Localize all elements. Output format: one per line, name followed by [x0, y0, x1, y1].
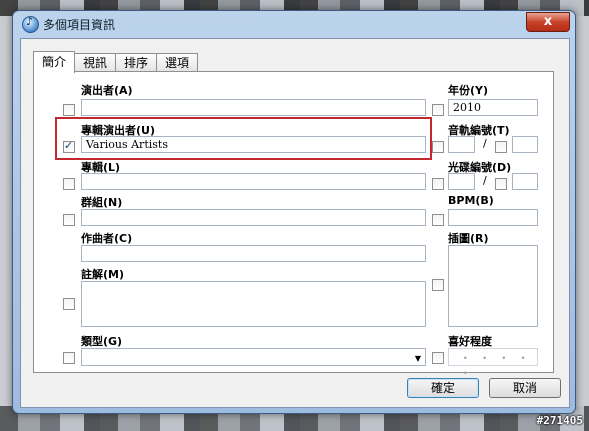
artist-field[interactable] [81, 99, 426, 116]
artwork-well[interactable] [448, 245, 538, 327]
grouping-field[interactable] [81, 209, 426, 226]
artwork-label: 插圖(R) [448, 232, 489, 245]
tab-strip: 簡介 視訊 排序 選項 [33, 51, 199, 73]
genre-dropdown[interactable]: ▼ [81, 348, 426, 366]
watermark-text: #271405 [536, 414, 583, 427]
composer-label: 作曲者(C) [81, 232, 133, 245]
album-checkbox[interactable] [63, 178, 75, 190]
rating-field[interactable]: • • • • • [448, 348, 538, 378]
cancel-button[interactable]: 取消 [489, 378, 561, 398]
rating-stars: • • • • • [463, 354, 532, 378]
window-title: 多個項目資訊 [43, 18, 116, 32]
disc-count-checkbox[interactable] [495, 178, 507, 190]
tab-summary[interactable]: 簡介 [33, 51, 76, 73]
disc-count-field[interactable] [512, 173, 538, 190]
track-number-field[interactable] [448, 136, 475, 153]
itunes-icon [22, 15, 39, 33]
genre-label: 類型(G) [81, 335, 123, 348]
track-number-checkbox[interactable] [432, 141, 444, 153]
disc-number-field[interactable] [448, 173, 475, 190]
close-button[interactable]: x [526, 12, 570, 32]
bpm-checkbox[interactable] [432, 214, 444, 226]
artist-checkbox[interactable] [63, 104, 75, 116]
tab-video[interactable]: 視訊 [74, 53, 117, 72]
disc-separator: / [483, 174, 487, 187]
summary-panel: 演出者(A) 專輯演出者(U) Various Artists 專輯(L) 群組… [33, 71, 554, 378]
artwork-checkbox[interactable] [432, 279, 444, 291]
year-checkbox[interactable] [432, 104, 444, 116]
ok-button[interactable]: 確定 [407, 378, 479, 398]
year-field[interactable]: 2010 [448, 99, 538, 116]
comments-label: 註解(M) [81, 268, 125, 281]
year-label: 年份(Y) [448, 84, 489, 97]
comments-field[interactable] [81, 281, 426, 327]
tab-sorting[interactable]: 排序 [115, 53, 158, 72]
bpm-label: BPM(B) [448, 194, 494, 207]
title-bar[interactable]: 多個項目資訊 x [13, 11, 575, 37]
composer-field[interactable] [81, 245, 426, 262]
grouping-checkbox[interactable] [63, 214, 75, 226]
tab-options[interactable]: 選項 [156, 53, 199, 72]
rating-label: 喜好程度 [448, 335, 492, 348]
track-separator: / [483, 137, 487, 150]
genre-checkbox[interactable] [63, 352, 75, 364]
rating-checkbox[interactable] [432, 352, 444, 364]
bpm-field[interactable] [448, 209, 538, 226]
track-count-field[interactable] [512, 136, 538, 153]
album-field[interactable] [81, 173, 426, 190]
multiple-item-info-dialog: 多個項目資訊 x 簡介 視訊 排序 選項 演出者(A) 專輯演出者(U) Var… [12, 10, 576, 414]
chevron-down-icon: ▼ [414, 354, 421, 363]
highlight-box [55, 117, 432, 160]
grouping-label: 群組(N) [81, 196, 123, 209]
track-count-checkbox[interactable] [495, 141, 507, 153]
disc-number-checkbox[interactable] [432, 178, 444, 190]
composer-comments-checkbox[interactable] [63, 298, 75, 310]
dialog-body: 簡介 視訊 排序 選項 演出者(A) 專輯演出者(U) Various Arti… [20, 38, 570, 408]
artist-label: 演出者(A) [81, 84, 133, 97]
